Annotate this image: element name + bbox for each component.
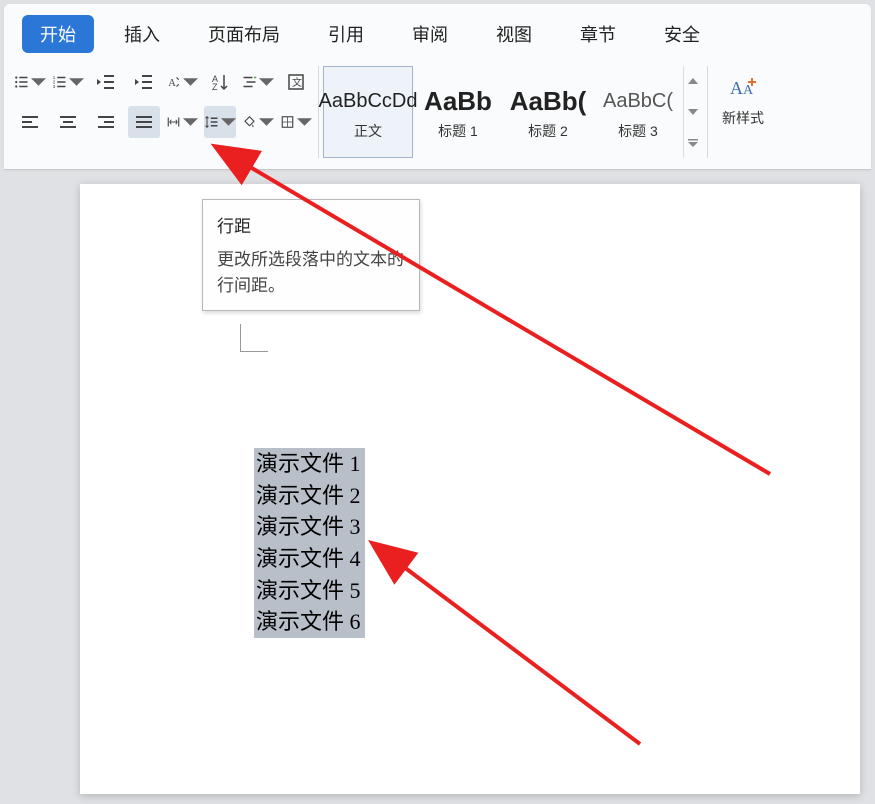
style-heading2[interactable]: AaBb( 标题 2 (503, 66, 593, 158)
styles-scroll-down[interactable] (684, 97, 701, 127)
new-style-icon: AA (727, 72, 759, 104)
tooltip-description: 更改所选段落中的文本的行间距。 (217, 247, 405, 298)
tab-security[interactable]: 安全 (646, 15, 718, 53)
shading-button[interactable] (242, 106, 274, 138)
tabs-settings-button[interactable] (242, 66, 274, 98)
align-left-button[interactable] (14, 106, 46, 138)
borders-button[interactable] (280, 106, 312, 138)
svg-text:A: A (730, 78, 743, 98)
ribbon: 开始 插入 页面布局 引用 审阅 视图 章节 安全 123 (4, 4, 871, 170)
tab-insert[interactable]: 插入 (106, 15, 178, 53)
text-line-selected[interactable]: 演示文件 1 (254, 448, 365, 480)
line-spacing-button[interactable] (204, 106, 236, 138)
svg-text:3: 3 (53, 84, 56, 89)
svg-text:Z: Z (212, 82, 218, 92)
increase-indent-button[interactable] (128, 66, 160, 98)
tab-chapter[interactable]: 章节 (562, 15, 634, 53)
style-heading1[interactable]: AaBb 标题 1 (413, 66, 503, 158)
toolbar: 123 A AZ (4, 54, 871, 158)
text-tools-button[interactable]: 文 (280, 66, 312, 98)
tab-review[interactable]: 审阅 (394, 15, 466, 53)
text-line-selected[interactable]: 演示文件 6 (254, 606, 365, 638)
sort-button[interactable]: AZ (204, 66, 236, 98)
line-spacing-tooltip: 行距 更改所选段落中的文本的行间距。 (202, 199, 420, 311)
document-content: 演示文件 1 演示文件 2 演示文件 3 演示文件 4 演示文件 5 演示文件 … (254, 448, 365, 638)
align-justify-button[interactable] (128, 106, 160, 138)
styles-expand[interactable] (684, 128, 701, 158)
numbered-list-button[interactable]: 123 (52, 66, 84, 98)
text-line-selected[interactable]: 演示文件 2 (254, 480, 365, 512)
style-preview: AaBb( (510, 83, 587, 119)
svg-text:A: A (168, 78, 176, 89)
style-label: 标题 1 (438, 121, 478, 141)
paragraph-group: 123 A AZ (8, 66, 319, 158)
svg-text:文: 文 (292, 76, 302, 89)
decrease-indent-button[interactable] (90, 66, 122, 98)
style-heading3[interactable]: AaBbC( 标题 3 (593, 66, 683, 158)
bullet-list-button[interactable] (14, 66, 46, 98)
align-right-button[interactable] (90, 106, 122, 138)
styles-gallery: AaBbCcDd 正文 AaBb 标题 1 AaBb( 标题 2 AaBbC( … (323, 66, 708, 158)
style-label: 正文 (354, 121, 382, 141)
style-label: 标题 3 (618, 121, 658, 141)
align-center-button[interactable] (52, 106, 84, 138)
margin-indicator (240, 324, 268, 352)
style-preview: AaBbC( (603, 83, 673, 119)
style-label: 标题 2 (528, 121, 568, 141)
new-style-label: 新样式 (722, 108, 764, 128)
tab-references[interactable]: 引用 (310, 15, 382, 53)
styles-scroll-up[interactable] (684, 66, 701, 96)
new-style-button[interactable]: AA 新样式 (712, 66, 770, 128)
style-preview: AaBbCcDd (319, 83, 418, 119)
document-page[interactable]: 演示文件 1 演示文件 2 演示文件 3 演示文件 4 演示文件 5 演示文件 … (80, 184, 860, 794)
text-line-selected[interactable]: 演示文件 4 (254, 543, 365, 575)
text-line-selected[interactable]: 演示文件 5 (254, 575, 365, 607)
tab-view[interactable]: 视图 (478, 15, 550, 53)
tab-home[interactable]: 开始 (22, 15, 94, 53)
style-normal[interactable]: AaBbCcDd 正文 (323, 66, 413, 158)
typography-button[interactable]: A (166, 66, 198, 98)
tooltip-title: 行距 (217, 212, 405, 237)
text-line-selected[interactable]: 演示文件 3 (254, 511, 365, 543)
style-preview: AaBb (424, 83, 492, 119)
tab-bar: 开始 插入 页面布局 引用 审阅 视图 章节 安全 (4, 4, 871, 54)
distribute-button[interactable] (166, 106, 198, 138)
tab-layout[interactable]: 页面布局 (190, 15, 298, 53)
